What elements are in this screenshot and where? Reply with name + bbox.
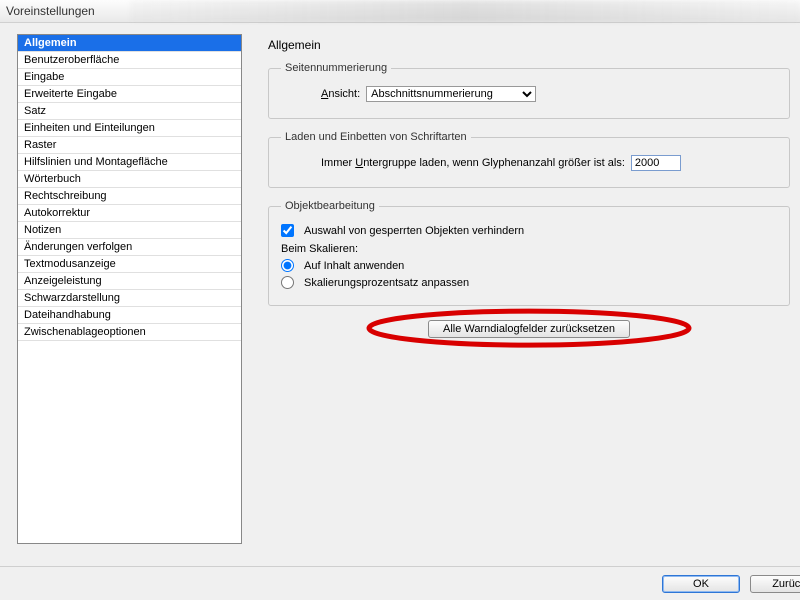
sidebar-item[interactable]: Eingabe xyxy=(18,69,241,86)
apply-to-content-label[interactable]: Auf Inhalt anwenden xyxy=(304,260,404,272)
ok-button[interactable]: OK xyxy=(662,575,740,593)
sidebar-item[interactable]: Raster xyxy=(18,137,241,154)
content-pane: Allgemein Seitennummerierung Ansicht: Ab… xyxy=(262,34,796,564)
page-numbering-group: Seitennummerierung Ansicht: Abschnittsnu… xyxy=(268,62,790,119)
object-editing-group: Objektbearbeitung Auswahl von gesperrten… xyxy=(268,200,790,306)
sidebar-item[interactable]: Dateihandhabung xyxy=(18,307,241,324)
page-numbering-legend: Seitennummerierung xyxy=(281,62,391,74)
sidebar-item[interactable]: Rechtschreibung xyxy=(18,188,241,205)
sidebar-item[interactable]: Autokorrektur xyxy=(18,205,241,222)
sidebar-item[interactable]: Einheiten und Einteilungen xyxy=(18,120,241,137)
sidebar-item[interactable]: Satz xyxy=(18,103,241,120)
sidebar-item[interactable]: Schwarzdarstellung xyxy=(18,290,241,307)
adjust-percent-label[interactable]: Skalierungsprozentsatz anpassen xyxy=(304,277,469,289)
glyph-threshold-label: Immer Untergruppe laden, wenn Glyphenanz… xyxy=(321,157,625,169)
preferences-window: Voreinstellungen AllgemeinBenutzeroberfl… xyxy=(0,0,800,600)
sidebar-item[interactable]: Textmodusanzeige xyxy=(18,256,241,273)
adjust-percent-radio[interactable] xyxy=(281,276,294,289)
dialog-footer: OK Zurück xyxy=(0,566,800,600)
view-select[interactable]: Abschnittsnummerierung xyxy=(366,86,536,102)
object-editing-legend: Objektbearbeitung xyxy=(281,200,379,212)
sidebar-item[interactable]: Allgemein xyxy=(18,35,241,52)
sidebar-item[interactable]: Anzeigeleistung xyxy=(18,273,241,290)
view-label: Ansicht: xyxy=(321,88,360,100)
prevent-locked-selection-checkbox[interactable] xyxy=(281,224,294,237)
titlebar: Voreinstellungen xyxy=(0,0,800,23)
font-loading-legend: Laden und Einbetten von Schriftarten xyxy=(281,131,471,143)
sidebar-item[interactable]: Wörterbuch xyxy=(18,171,241,188)
sidebar-item[interactable]: Benutzeroberfläche xyxy=(18,52,241,69)
sidebar-item[interactable]: Zwischenablageoptionen xyxy=(18,324,241,341)
reset-warnings-button[interactable]: Alle Warndialogfelder zurücksetzen xyxy=(428,320,630,338)
prevent-locked-selection-label[interactable]: Auswahl von gesperrten Objekten verhinde… xyxy=(304,225,524,237)
sidebar-item[interactable]: Erweiterte Eingabe xyxy=(18,86,241,103)
sidebar-item[interactable]: Notizen xyxy=(18,222,241,239)
apply-to-content-radio[interactable] xyxy=(281,259,294,272)
sidebar-item[interactable]: Änderungen verfolgen xyxy=(18,239,241,256)
page-title: Allgemein xyxy=(268,38,796,52)
dialog-body: AllgemeinBenutzeroberflächeEingabeErweit… xyxy=(12,30,800,564)
category-list[interactable]: AllgemeinBenutzeroberflächeEingabeErweit… xyxy=(17,34,242,544)
scaling-header: Beim Skalieren: xyxy=(281,243,777,255)
sidebar-item[interactable]: Hilfslinien und Montagefläche xyxy=(18,154,241,171)
glyph-threshold-input[interactable] xyxy=(631,155,681,171)
font-loading-group: Laden und Einbetten von Schriftarten Imm… xyxy=(268,131,790,188)
back-button[interactable]: Zurück xyxy=(750,575,800,593)
window-title: Voreinstellungen xyxy=(6,4,95,18)
reset-row: Alle Warndialogfelder zurücksetzen xyxy=(262,320,796,338)
